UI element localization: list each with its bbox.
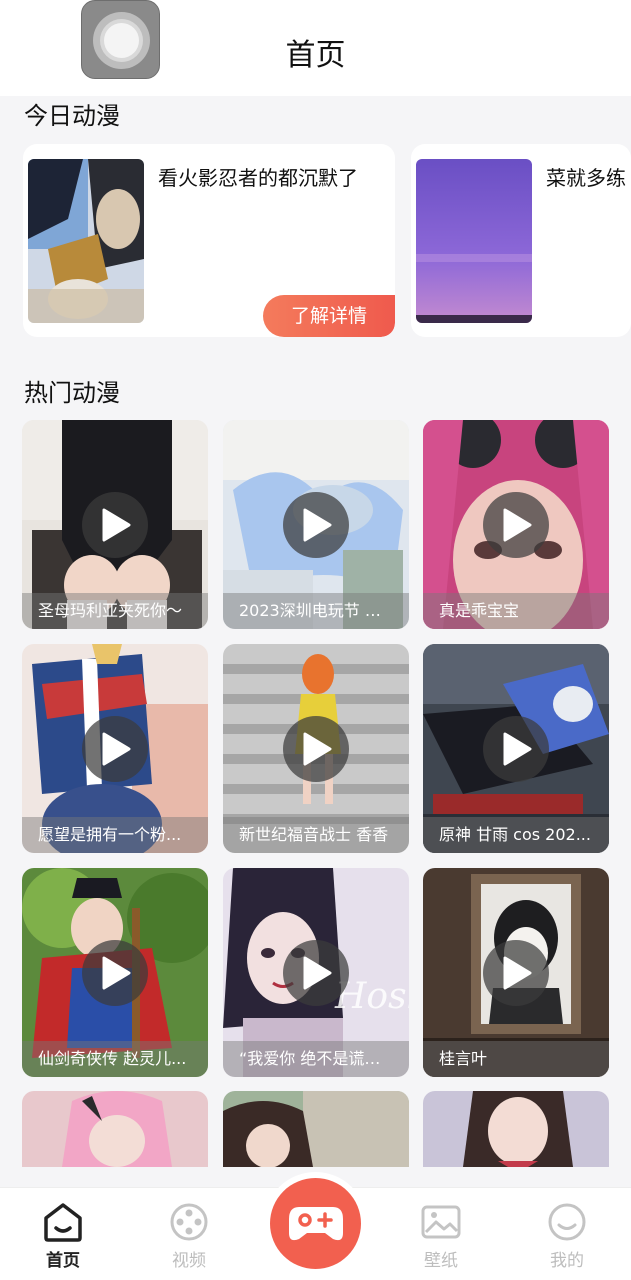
video-caption: “我爱你 绝不是谎言... [223, 1041, 409, 1077]
video-caption: 桂言叶 [423, 1041, 609, 1077]
play-icon[interactable] [283, 716, 349, 782]
top-bar: 首页 [0, 0, 631, 96]
learn-more-button[interactable]: 了解详情 [263, 295, 395, 337]
video-card[interactable]: 新世纪福音战士 香香 [223, 644, 409, 853]
video-caption: 2023深圳电玩节 魔... [223, 593, 409, 629]
tab-label: 首页 [46, 1251, 80, 1271]
card-thumbnail [28, 159, 144, 323]
video-card[interactable]: 圣母玛利亚夹死你～ [22, 420, 208, 629]
play-icon[interactable] [483, 716, 549, 782]
play-icon[interactable] [283, 940, 349, 1006]
tab-mine[interactable]: 我的 [517, 1188, 617, 1280]
play-icon[interactable] [82, 940, 148, 1006]
video-card[interactable] [423, 1091, 609, 1167]
play-icon[interactable] [82, 492, 148, 558]
play-icon[interactable] [283, 492, 349, 558]
video-caption: 新世纪福音战士 香香 [223, 817, 409, 853]
today-card[interactable]: 菜就多练 [411, 144, 631, 337]
video-card[interactable]: 原神 甘雨 cos 202... [423, 644, 609, 853]
section-title-hot: 热门动漫 [24, 379, 120, 407]
video-card[interactable]: 2023深圳电玩节 魔... [223, 420, 409, 629]
tab-label: 我的 [550, 1251, 584, 1271]
video-card[interactable]: 愿望是拥有一个粉... [22, 644, 208, 853]
tab-label: 壁纸 [424, 1251, 458, 1271]
video-caption: 原神 甘雨 cos 202... [423, 817, 609, 853]
video-card[interactable]: 桂言叶 [423, 868, 609, 1077]
video-caption: 愿望是拥有一个粉... [22, 817, 208, 853]
video-card[interactable] [223, 1091, 409, 1167]
home-screen: 首页 今日动漫 看火影忍者的都沉默了 了解详情 菜就多练 热门动漫 圣母玛利亚夹… [0, 0, 631, 1280]
video-card[interactable] [22, 1091, 208, 1167]
play-icon[interactable] [483, 940, 549, 1006]
video-card[interactable]: 仙剑奇侠传 赵灵儿... [22, 868, 208, 1077]
gamepad-icon [170, 1203, 208, 1241]
video-caption: 仙剑奇侠传 赵灵儿... [22, 1041, 208, 1077]
play-icon[interactable] [483, 492, 549, 558]
tab-video[interactable]: 视频 [139, 1188, 239, 1280]
card-thumbnail [416, 159, 532, 323]
game-add-icon [289, 1207, 343, 1241]
tab-wallpaper[interactable]: 壁纸 [391, 1188, 491, 1280]
video-caption: 圣母玛利亚夹死你～ [22, 593, 208, 629]
center-action-button[interactable] [270, 1178, 361, 1269]
smile-icon [548, 1203, 586, 1241]
video-card[interactable]: 真是乖宝宝 [423, 420, 609, 629]
home-icon [44, 1203, 82, 1242]
video-card[interactable]: Hosh “我爱你 绝不是谎言... [223, 868, 409, 1077]
tab-label: 视频 [172, 1251, 206, 1271]
tab-home[interactable]: 首页 [13, 1188, 113, 1280]
card-title: 菜就多练 [546, 166, 626, 190]
play-icon[interactable] [82, 716, 148, 782]
card-title: 看火影忍者的都沉默了 [158, 166, 358, 190]
image-icon [421, 1205, 461, 1239]
assistive-touch-button[interactable] [81, 0, 160, 79]
section-title-today: 今日动漫 [24, 102, 120, 130]
video-caption: 真是乖宝宝 [423, 593, 609, 629]
today-card[interactable]: 看火影忍者的都沉默了 了解详情 [23, 144, 395, 337]
